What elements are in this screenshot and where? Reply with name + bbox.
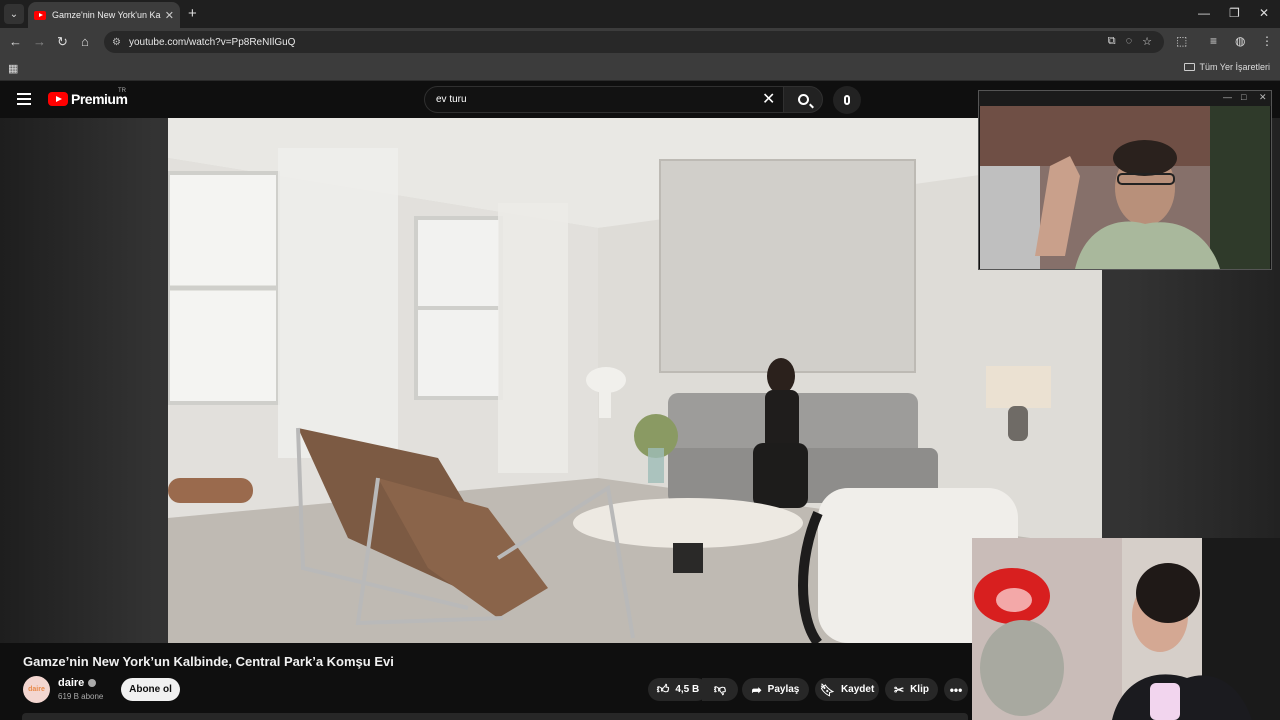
verified-icon [88,679,97,687]
site-info-icon[interactable]: ⚙ [112,37,121,48]
minimize-icon[interactable]: — [1198,6,1210,20]
all-bookmarks-button[interactable]: Tüm Yer İşaretleri [1184,62,1270,72]
like-count: 4,5 B [675,684,700,695]
webcam-feed-2 [972,538,1280,720]
browser-tabstrip: ⌄ Gamze'nin New York'un Kalbinde ✕ + — ❐… [0,0,1280,28]
tab-search-button[interactable]: ⌄ [4,4,24,24]
apps-grid-icon[interactable]: ▦ [8,62,18,75]
search-input[interactable]: ev turu [424,86,784,113]
webcam-window-top[interactable]: — □ ✕ [978,90,1272,270]
more-horizontal-icon: ••• [949,682,963,697]
folder-icon [1184,63,1196,71]
thumbs-down-icon: 👎︎ [713,682,727,696]
bookmark-star-icon[interactable]: ☆ [1142,35,1152,48]
tab-close-icon[interactable]: ✕ [165,9,174,22]
channel-name-link[interactable]: daire [58,677,97,689]
search-button[interactable] [783,86,823,113]
clip-button[interactable]: ✂ Klip [885,678,938,701]
video-player[interactable] [168,118,1102,643]
video-title: Gamze’nin New York’un Kalbinde, Central … [23,654,394,669]
new-tab-icon[interactable]: + [188,5,197,22]
restore-icon[interactable]: ❐ [1229,6,1240,20]
share-button[interactable]: ➦ Paylaş [742,678,809,701]
browser-toolbar: ← → ↻ ⌂ ⚙ youtube.com/watch?v=Pp8ReNIlGu… [0,28,1280,56]
description-box-edge [22,713,968,720]
youtube-logo[interactable]: Premium TR [48,88,128,107]
channel-avatar[interactable]: daire [23,676,50,703]
share-icon: ➦ [751,682,762,697]
youtube-play-icon [48,92,68,106]
browser-tab[interactable]: Gamze'nin New York'un Kalbinde ✕ [28,2,180,28]
home-icon[interactable]: ⌂ [81,34,89,49]
scissors-icon: ✂ [894,682,905,697]
save-label: Kaydet [840,684,875,695]
hamburger-menu-icon[interactable] [17,93,31,105]
microphone-icon [844,95,850,105]
maximize-icon[interactable]: □ [1241,92,1246,102]
bookmark-icon: 🔖︎ [819,682,835,697]
voice-search-button[interactable] [833,86,861,114]
clear-search-icon[interactable]: ✕ [762,89,775,109]
channel-name: daire [58,677,85,689]
logo-region: TR [118,88,126,94]
search-icon [797,94,809,105]
channel-avatar-text: daire [28,686,45,693]
address-bar[interactable]: ⚙ youtube.com/watch?v=Pp8ReNIlGuQ ⧉ ◌ ☆ [104,31,1164,53]
reading-list-icon[interactable]: ≡ [1210,34,1217,48]
like-button[interactable]: 👍︎ 4,5 B [648,678,708,701]
minimize-icon[interactable]: — [1223,92,1232,102]
share-label: Paylaş [767,684,800,695]
webcam-feed-1 [980,106,1270,269]
subscribe-button[interactable]: Abone ol [121,678,180,701]
extensions-icon[interactable]: ⬚ [1176,34,1187,48]
window-close-icon[interactable]: ✕ [1259,6,1269,20]
profile-icon[interactable]: ◍ [1235,34,1245,48]
clip-label: Klip [910,684,929,695]
all-bookmarks-label: Tüm Yer İşaretleri [1199,62,1270,72]
youtube-favicon-icon [34,10,46,20]
tab-title: Gamze'nin New York'un Kalbinde [52,10,161,20]
forward-icon[interactable]: → [33,34,46,49]
more-actions-button[interactable]: ••• [944,678,968,701]
subscriber-count: 619 B abone [58,692,104,701]
reload-icon[interactable]: ↻ [57,34,68,50]
install-app-icon[interactable]: ⧉ [1108,35,1116,48]
close-icon[interactable]: ✕ [1259,92,1267,103]
save-button[interactable]: 🔖︎ Kaydet [815,678,879,701]
bookmarks-bar: ▦ Tüm Yer İşaretleri [0,56,1280,81]
eye-slash-icon[interactable]: ◌ [1126,35,1133,48]
menu-kebab-icon[interactable]: ⋮ [1261,34,1273,48]
url-text: youtube.com/watch?v=Pp8ReNIlGuQ [128,36,296,48]
video-frame [168,118,1102,643]
back-icon[interactable]: ← [9,34,22,49]
webcam-titlebar: — □ ✕ [979,91,1271,106]
dislike-button[interactable]: 👎︎ [702,678,738,701]
search-input-value: ev turu [436,94,467,105]
thumbs-up-icon: 👍︎ [656,682,670,696]
chevron-down-icon: ⌄ [9,8,19,20]
